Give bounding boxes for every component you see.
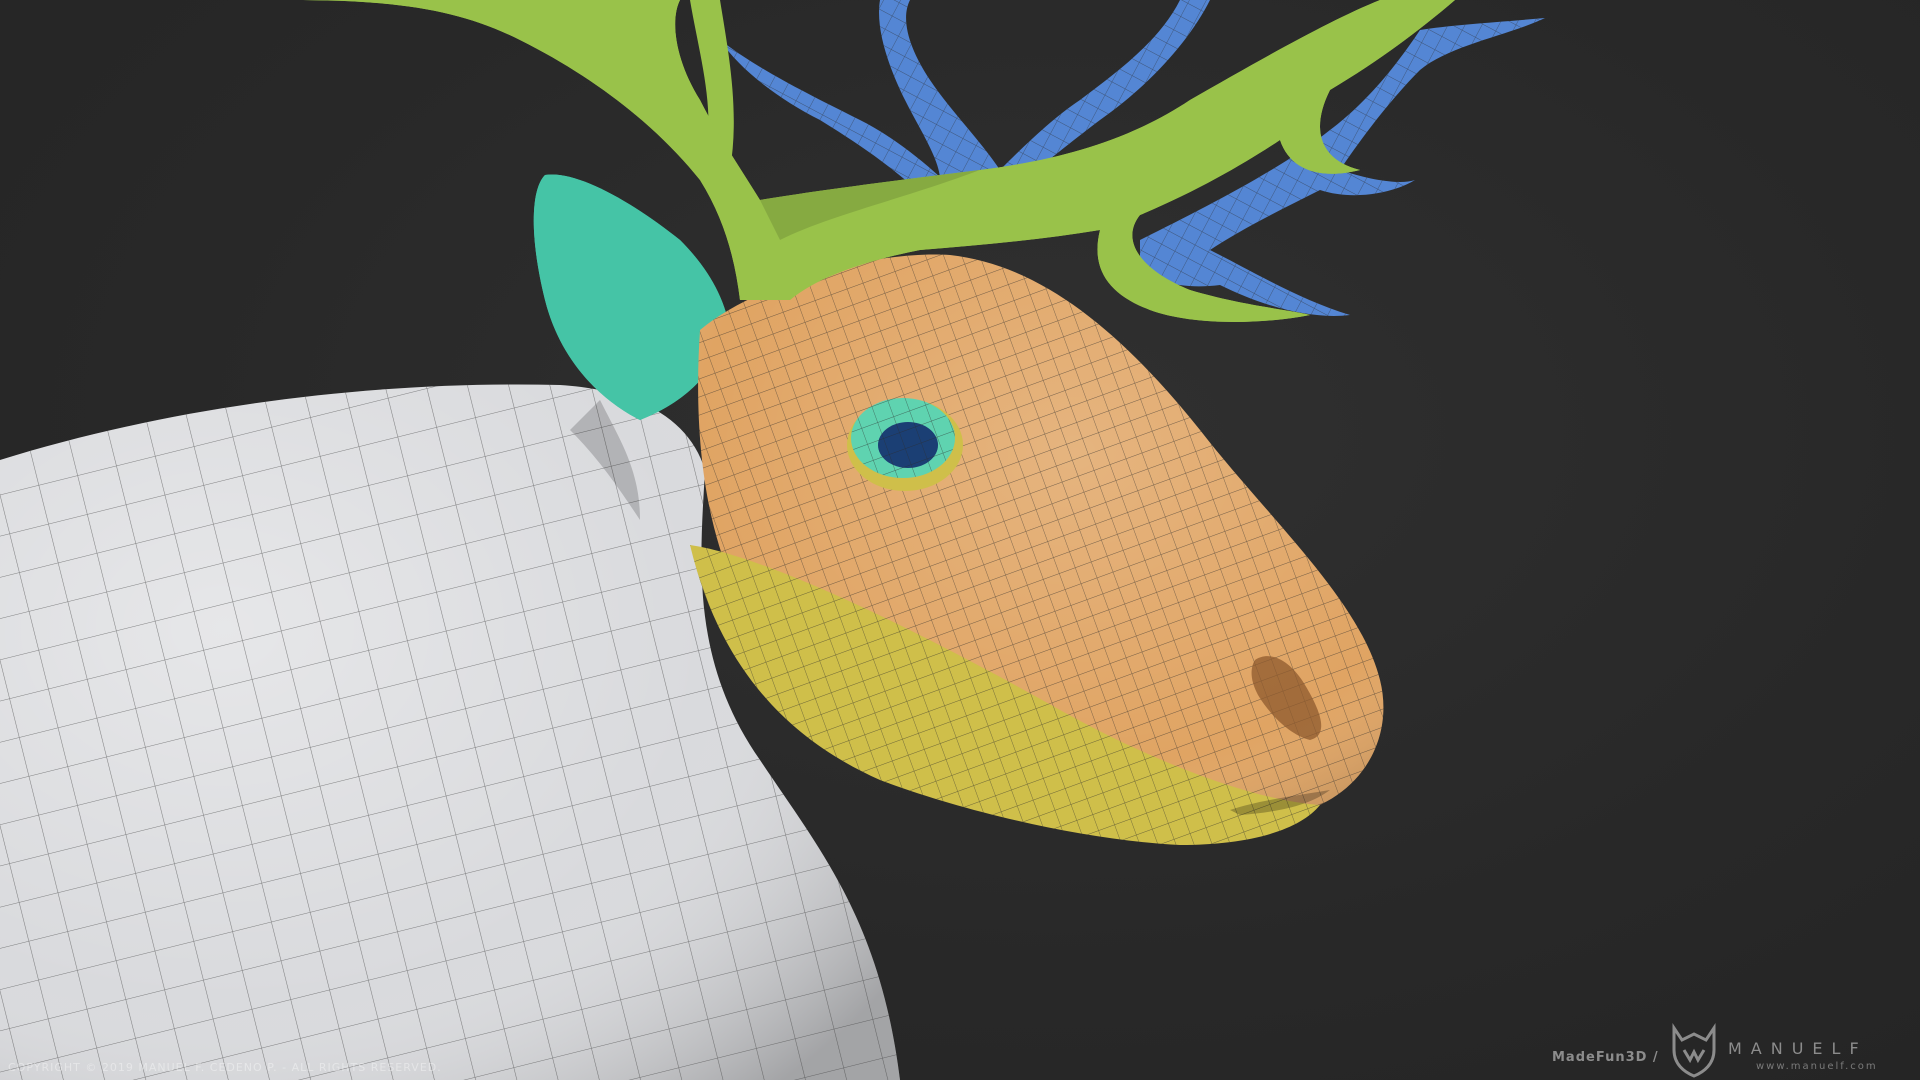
brand-url: www.manuelf.com bbox=[1756, 1061, 1878, 1072]
reindeer-wireframe-render bbox=[0, 0, 1545, 1080]
manuelf-logo-icon bbox=[1672, 1023, 1716, 1078]
brand-label: MadeFun3D / bbox=[1552, 1050, 1659, 1065]
render-viewport: COPYRIGHT © 2019 MANUEL F. CEDENO P. - A… bbox=[0, 0, 1920, 1080]
brand-name: MANUELF bbox=[1728, 1039, 1868, 1058]
copyright-text: COPYRIGHT © 2019 MANUEL F. CEDENO P. - A… bbox=[8, 1061, 442, 1074]
